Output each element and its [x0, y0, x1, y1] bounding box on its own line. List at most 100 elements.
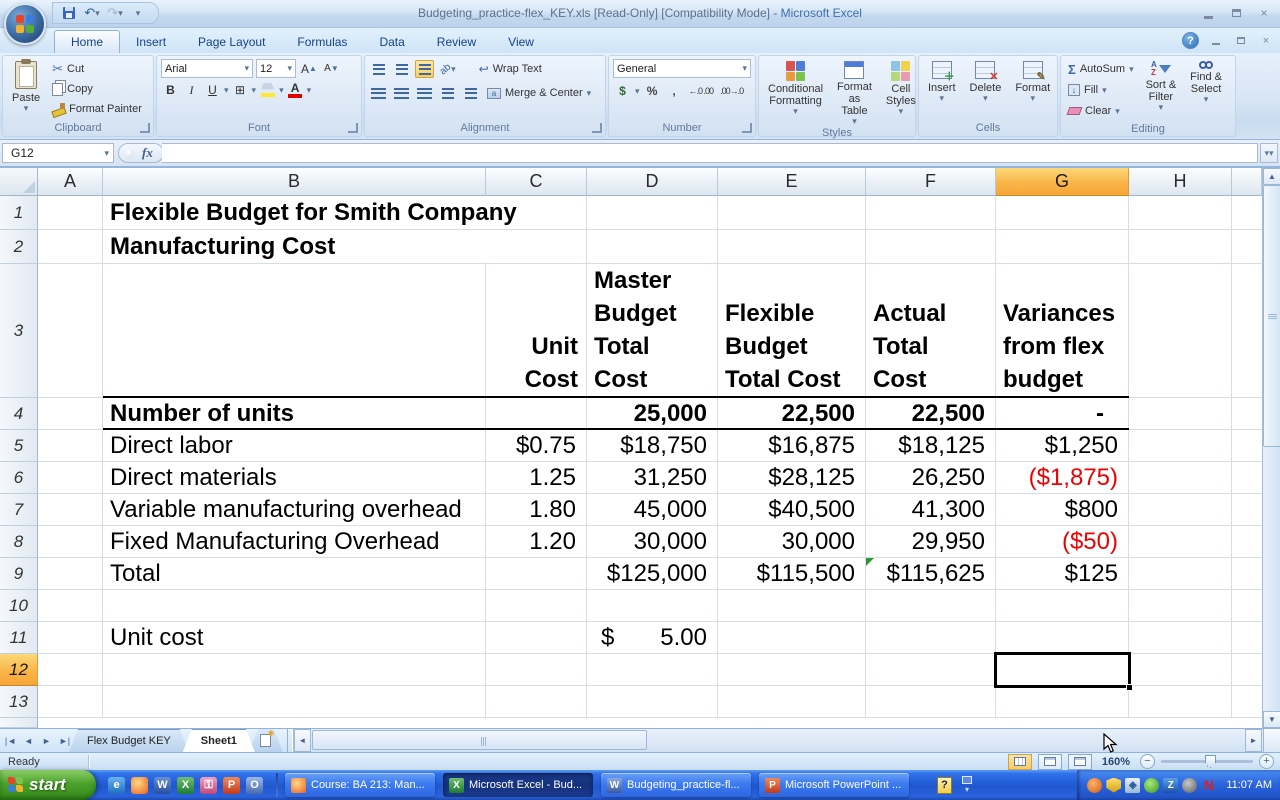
window-stack-icon[interactable]: ▾ [962, 776, 972, 794]
cell[interactable] [1232, 398, 1262, 430]
cell-e4[interactable]: 22,500 [718, 398, 866, 430]
cell-a5[interactable] [38, 430, 103, 462]
office-button[interactable] [4, 3, 46, 45]
cell[interactable] [996, 622, 1129, 654]
cell-b7[interactable]: Variable manufacturing overhead [103, 494, 486, 526]
page-layout-view-button[interactable] [1037, 753, 1062, 770]
row-header-14-partial[interactable] [0, 718, 38, 728]
column-header-h[interactable]: H [1129, 168, 1232, 196]
tray-icon-4[interactable] [1182, 777, 1198, 793]
cell[interactable] [1232, 686, 1262, 718]
font-color-button[interactable]: A [286, 81, 305, 99]
cell[interactable] [486, 686, 587, 718]
cell-f8[interactable]: 29,950 [866, 526, 996, 558]
cell[interactable] [1232, 558, 1262, 590]
clipboard-dialog-launcher[interactable] [140, 123, 150, 133]
bottom-align-button[interactable] [415, 60, 434, 78]
cut-button[interactable]: ✂ Cut [49, 59, 145, 79]
alignment-dialog-launcher[interactable] [592, 123, 602, 133]
align-center-button[interactable] [392, 84, 411, 102]
cell[interactable] [1232, 196, 1262, 230]
cell[interactable] [1232, 494, 1262, 526]
cell[interactable] [1129, 494, 1232, 526]
cell[interactable] [996, 230, 1129, 264]
column-header-c[interactable]: C [486, 168, 587, 196]
cell[interactable] [718, 590, 866, 622]
cell[interactable] [1232, 430, 1262, 462]
cell-a1[interactable] [38, 196, 103, 230]
cell[interactable] [1129, 558, 1232, 590]
minimize-button[interactable] [1198, 5, 1218, 21]
insert-cells-button[interactable]: ＋ Insert ▾ [923, 59, 961, 104]
cell[interactable] [1232, 230, 1262, 264]
tray-icon-z[interactable]: Z [1163, 777, 1179, 793]
row-header-7[interactable]: 7 [0, 494, 38, 526]
workbook-restore-button[interactable] [1233, 34, 1249, 48]
row-header-10[interactable]: 10 [0, 590, 38, 622]
cell-g4[interactable]: - [996, 398, 1129, 430]
cell[interactable] [1129, 430, 1232, 462]
cell-b11[interactable]: Unit cost [103, 622, 486, 654]
cell[interactable] [718, 230, 866, 264]
cell[interactable] [486, 654, 587, 686]
number-format-combo[interactable]: General ▾ [613, 59, 751, 78]
middle-align-button[interactable] [392, 60, 411, 78]
cell[interactable] [1129, 462, 1232, 494]
font-name-combo[interactable]: Arial ▾ [161, 59, 253, 78]
wrap-text-button[interactable]: ↩ Wrap Text [476, 59, 545, 79]
format-as-table-button[interactable]: Format as Table ▾ [832, 59, 877, 127]
cell[interactable] [1129, 590, 1232, 622]
tray-icon-2[interactable]: ◈ [1125, 777, 1141, 793]
cell-g7[interactable]: $800 [996, 494, 1129, 526]
cell[interactable] [1232, 654, 1262, 686]
number-dialog-launcher[interactable] [742, 123, 752, 133]
conditional-formatting-button[interactable]: Conditional Formatting ▾ [763, 59, 828, 117]
row-header-9[interactable]: 9 [0, 558, 38, 590]
cell-a6[interactable] [38, 462, 103, 494]
cell[interactable] [866, 230, 996, 264]
cell-d4[interactable]: 25,000 [587, 398, 718, 430]
find-select-button[interactable]: Find & Select ▾ [1185, 59, 1227, 105]
cell[interactable] [1232, 264, 1262, 398]
cell-f5[interactable]: $18,125 [866, 430, 996, 462]
scroll-down-button[interactable]: ▼ [1263, 711, 1280, 728]
cell[interactable] [587, 230, 718, 264]
cell-e7[interactable]: $40,500 [718, 494, 866, 526]
scroll-right-button[interactable]: ► [1245, 729, 1262, 752]
formula-input[interactable] [161, 143, 1258, 163]
comma-style-button[interactable]: , [665, 82, 684, 100]
cell[interactable] [1129, 230, 1232, 264]
help-button[interactable]: ? [1182, 32, 1199, 49]
restore-button[interactable] [1226, 5, 1246, 21]
scrollbar-resize-edge[interactable] [1263, 729, 1280, 752]
top-align-button[interactable] [369, 60, 388, 78]
tray-icon-3[interactable] [1144, 777, 1160, 793]
cell-e8[interactable]: 30,000 [718, 526, 866, 558]
taskbar-button-firefox-course[interactable]: Course: BA 213: Man... [285, 773, 435, 797]
taskbar-button-powerpoint[interactable]: P Microsoft PowerPoint ... [759, 773, 909, 797]
cell[interactable] [1129, 196, 1232, 230]
cell-a9[interactable] [38, 558, 103, 590]
cell-e5[interactable]: $16,875 [718, 430, 866, 462]
percent-style-button[interactable]: % [643, 82, 662, 100]
close-button[interactable]: × [1254, 5, 1274, 21]
row-header-3[interactable]: 3 [0, 264, 38, 398]
tab-page-layout[interactable]: Page Layout [182, 31, 281, 53]
row-header-8[interactable]: 8 [0, 526, 38, 558]
keys-icon[interactable]: ⚿ [200, 776, 217, 794]
cell-f7[interactable]: 41,300 [866, 494, 996, 526]
word-icon[interactable]: W [154, 776, 171, 794]
cell-b4[interactable]: Number of units [103, 398, 486, 430]
prev-sheet-button[interactable]: ◄ [20, 732, 37, 749]
align-left-button[interactable] [369, 84, 388, 102]
row-header-12-selected[interactable]: 12 [0, 654, 38, 686]
column-header-d[interactable]: D [587, 168, 718, 196]
expand-formula-bar-button[interactable]: ▾▾ [1260, 143, 1278, 163]
row-header-4[interactable]: 4 [0, 398, 38, 430]
cell-e9[interactable]: $115,500 [718, 558, 866, 590]
cell-c8[interactable]: 1.20 [486, 526, 587, 558]
tab-insert[interactable]: Insert [120, 31, 182, 53]
cell-a2[interactable] [38, 230, 103, 264]
bold-button[interactable]: B [161, 81, 180, 99]
cell[interactable] [866, 686, 996, 718]
